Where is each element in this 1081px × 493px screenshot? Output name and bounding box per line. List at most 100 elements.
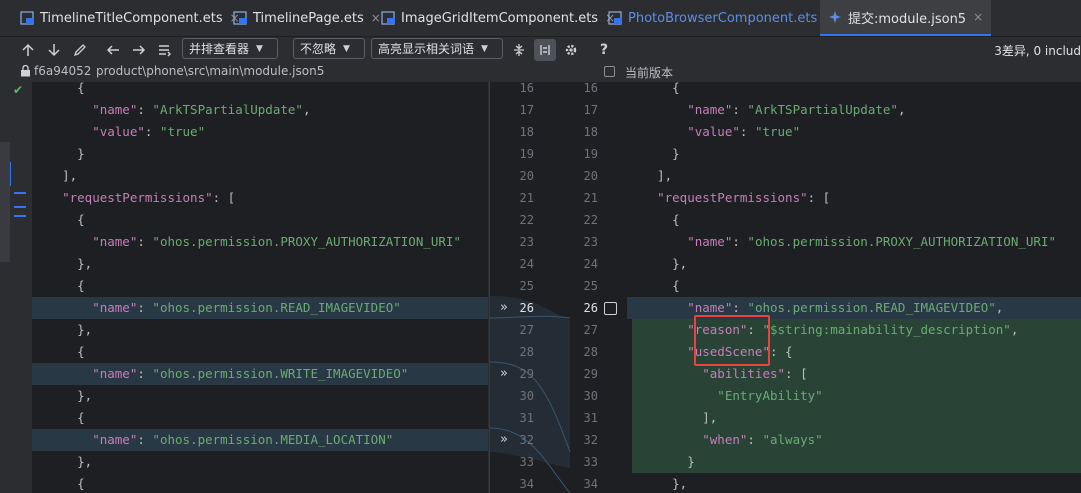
code-line: "name": "ArkTSPartialUpdate", xyxy=(32,99,310,121)
help-icon[interactable]: ? xyxy=(593,39,615,61)
json-string: "true" xyxy=(754,124,801,139)
back-arrow-icon[interactable] xyxy=(102,39,124,61)
json-key: "name" xyxy=(32,432,138,447)
close-icon[interactable]: × xyxy=(973,10,983,24)
down-arrow-icon[interactable] xyxy=(43,39,65,61)
punctuation: : [ xyxy=(785,366,808,381)
code-line: } xyxy=(627,143,680,165)
left-line-number: 24 xyxy=(519,257,534,271)
code-line: "name": "ohos.permission.MEDIA_LOCATION" xyxy=(32,429,393,451)
tab-commit-module-json5[interactable]: 提交:module.json5 × xyxy=(820,0,992,36)
ets-file-icon xyxy=(233,11,247,25)
left-line-number: 17 xyxy=(519,103,534,117)
json-key: "name" xyxy=(32,234,138,249)
punctuation: }, xyxy=(32,388,93,403)
right-line-number: 22 xyxy=(583,213,598,227)
punctuation: } xyxy=(627,454,695,469)
line-select-checkbox[interactable] xyxy=(604,302,617,315)
json-string: "$string:mainability_description" xyxy=(762,322,1011,337)
highlight-mode-dropdown[interactable]: 高亮显示相关词语 ▼ xyxy=(371,38,503,59)
json-string: "ohos.permission.MEDIA_LOCATION" xyxy=(152,432,394,447)
punctuation: : xyxy=(732,300,748,315)
ets-file-icon xyxy=(20,11,34,25)
right-line-number: 32 xyxy=(583,433,598,447)
viewer-mode-dropdown[interactable]: 并排查看器 ▼ xyxy=(182,38,278,59)
up-arrow-icon[interactable] xyxy=(17,39,39,61)
left-line-number: 20 xyxy=(519,169,534,183)
punctuation: ], xyxy=(32,168,78,183)
code-line: }, xyxy=(627,253,687,275)
tab-timeline-title-component[interactable]: TimelineTitleComponent.ets × xyxy=(20,0,240,36)
right-code-pane[interactable]: { "name": "ArkTSPartialUpdate", "value":… xyxy=(627,82,1081,493)
current-version-checkbox[interactable] xyxy=(604,66,615,77)
json-key: "name" xyxy=(627,300,733,315)
diff-center-gutter: 16 17 18 19 20 21 22 23 24 25 26 27 28 29 30 31 32 33 34 16… xyxy=(489,82,629,493)
json-key: "name" xyxy=(32,366,138,381)
current-version-label: 当前版本 xyxy=(625,66,674,80)
tab-label: TimelinePage.ets xyxy=(253,10,364,26)
json-key: "abilities" xyxy=(627,366,786,381)
right-line-number: 16 xyxy=(583,82,598,95)
sync-scroll-icon[interactable] xyxy=(534,39,556,61)
right-line-number: 29 xyxy=(583,367,598,381)
close-icon[interactable]: × xyxy=(371,11,381,25)
list-icon[interactable] xyxy=(154,39,176,61)
lock-icon xyxy=(20,64,31,80)
gear-icon[interactable] xyxy=(560,39,582,61)
commit-hash: f6a94052 xyxy=(34,64,92,78)
right-line-number: 19 xyxy=(583,147,598,161)
tool-window-strip[interactable] xyxy=(0,142,10,262)
code-line: }, xyxy=(32,253,92,275)
punctuation: { xyxy=(627,278,680,293)
apply-chevron-icon[interactable]: » xyxy=(500,433,514,447)
code-line: }, xyxy=(627,473,687,493)
punctuation: { xyxy=(32,410,85,425)
left-line-number: 30 xyxy=(519,389,534,403)
json-string: "ArkTSPartialUpdate" xyxy=(152,102,303,117)
editor-tab-bar: TimelineTitleComponent.ets × TimelinePag… xyxy=(0,0,1081,37)
code-line: { xyxy=(32,473,85,493)
punctuation: { xyxy=(32,344,85,359)
punctuation: : xyxy=(137,300,153,315)
tab-timeline-page[interactable]: TimelinePage.ets × xyxy=(233,0,381,36)
punctuation: { xyxy=(32,476,85,491)
punctuation: ], xyxy=(627,168,673,183)
json-key: "name" xyxy=(627,102,733,117)
code-line: "name": "ohos.permission.PROXY_AUTHORIZA… xyxy=(627,231,1056,253)
chevron-down-icon: ▼ xyxy=(343,43,350,54)
edit-icon[interactable] xyxy=(69,39,91,61)
left-line-number: 34 xyxy=(519,477,534,491)
json-key: "requestPermissions" xyxy=(627,190,808,205)
code-line: { xyxy=(32,275,85,297)
left-line-number: 19 xyxy=(519,147,534,161)
punctuation: { xyxy=(32,82,85,95)
tab-label: TimelineTitleComponent.ets xyxy=(40,10,223,26)
punctuation: : xyxy=(732,102,748,117)
forward-arrow-icon[interactable] xyxy=(128,39,150,61)
change-marker xyxy=(14,192,26,194)
diff-count-label: 3差异, 0 includ xyxy=(994,44,1081,58)
left-line-number: 31 xyxy=(519,411,534,425)
apply-chevron-icon[interactable]: » xyxy=(500,301,514,315)
right-line-number: 26 xyxy=(583,301,598,315)
apply-chevron-icon[interactable]: » xyxy=(500,367,514,381)
code-line: "value": "true" xyxy=(32,121,205,143)
tab-photo-browser-component[interactable]: PhotoBrowserComponent.ets × xyxy=(608,0,834,36)
left-line-number: 21 xyxy=(519,191,534,205)
code-line: } xyxy=(627,451,695,473)
right-line-number: 17 xyxy=(583,103,598,117)
left-code-pane[interactable]: { "name": "ArkTSPartialUpdate", "value":… xyxy=(32,82,488,493)
json-string: "ohos.permission.READ_IMAGEVIDEO" xyxy=(152,300,401,315)
highlight-mode-value: 高亮显示相关词语 xyxy=(378,42,475,56)
tab-image-grid-item-component[interactable]: ImageGridItemComponent.ets × xyxy=(381,0,615,36)
right-line-number: 18 xyxy=(583,125,598,139)
code-line: { xyxy=(32,82,85,99)
collapse-icon[interactable] xyxy=(508,39,530,61)
punctuation: : xyxy=(137,234,153,249)
whitespace-mode-dropdown[interactable]: 不忽略 ▼ xyxy=(293,38,365,59)
punctuation: { xyxy=(627,212,680,227)
punctuation: { xyxy=(32,212,85,227)
right-line-number: 25 xyxy=(583,279,598,293)
json-key: "when" xyxy=(627,432,748,447)
right-line-number: 33 xyxy=(583,455,598,469)
